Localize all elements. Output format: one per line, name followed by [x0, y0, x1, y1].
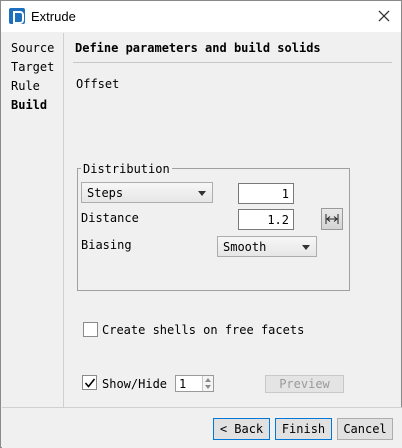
range-width-icon [325, 214, 339, 224]
distance-input[interactable] [238, 209, 294, 230]
create-shells-checkbox[interactable] [83, 322, 98, 337]
close-button[interactable] [375, 7, 393, 25]
cancel-button[interactable]: Cancel [337, 418, 393, 440]
distance-label: Distance [81, 211, 139, 225]
title-bar: Extrude [1, 1, 401, 32]
steps-input[interactable] [238, 183, 294, 204]
dialog-footer: < Back Finish Cancel [2, 407, 402, 448]
nav-item-build[interactable]: Build [11, 98, 47, 112]
show-hide-checkbox[interactable] [82, 375, 97, 390]
preview-button[interactable]: Preview [265, 375, 344, 393]
chevron-down-icon [302, 245, 310, 250]
build-page: Define parameters and build solids Offse… [65, 33, 401, 407]
window-title: Extrude [31, 9, 76, 24]
biasing-label: Biasing [81, 238, 132, 252]
spinner-down-icon[interactable] [205, 385, 211, 389]
range-width-button[interactable] [321, 208, 343, 230]
back-button[interactable]: < Back [213, 418, 270, 440]
show-hide-spinner[interactable]: 1 [175, 375, 214, 392]
distribution-group: Distribution Steps Distance [77, 162, 350, 291]
show-hide-spinner-value: 1 [179, 377, 187, 391]
create-shells-label[interactable]: Create shells on free facets [102, 323, 304, 337]
checkmark-icon [84, 378, 96, 388]
spinner-up-icon[interactable] [205, 378, 211, 382]
title-divider [73, 62, 392, 63]
show-hide-label[interactable]: Show/Hide [102, 377, 167, 391]
app-logo-icon [9, 8, 25, 24]
nav-item-rule[interactable]: Rule [11, 79, 40, 93]
close-icon [378, 10, 390, 22]
wizard-nav: Source Target Rule Build [2, 33, 64, 407]
finish-button[interactable]: Finish [275, 418, 332, 440]
distance-input-field[interactable] [239, 210, 293, 229]
biasing-dropdown[interactable]: Smooth [217, 236, 317, 257]
spinner-arrows[interactable] [202, 376, 213, 391]
distribution-method-dropdown[interactable]: Steps [81, 182, 213, 203]
extrude-dialog: Extrude Source Target Rule Build Define … [0, 0, 402, 448]
chevron-down-icon [198, 191, 206, 196]
steps-input-field[interactable] [239, 184, 293, 203]
distribution-method-value: Steps [87, 186, 124, 200]
nav-item-target[interactable]: Target [11, 60, 54, 74]
biasing-value: Smooth [223, 240, 267, 254]
offset-label: Offset [76, 77, 120, 91]
page-title: Define parameters and build solids [75, 41, 321, 55]
distribution-legend: Distribution [81, 162, 172, 176]
nav-item-source[interactable]: Source [11, 41, 54, 55]
